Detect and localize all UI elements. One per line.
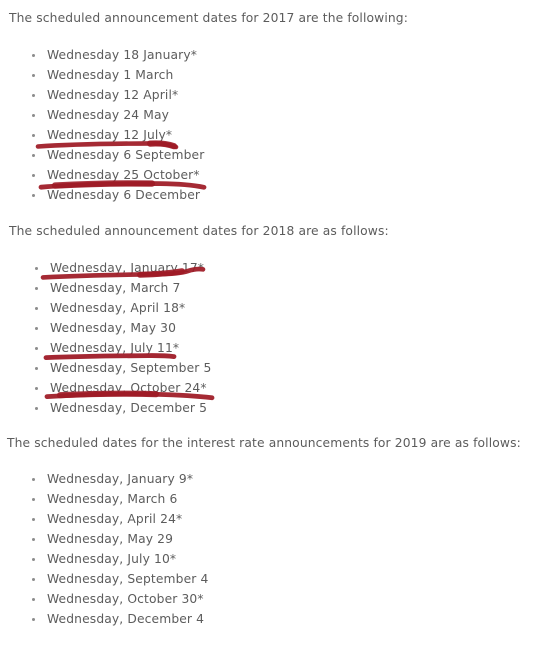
list-item: Wednesday, January 9* [0,469,208,489]
intro-paragraph-2017: The scheduled announcement dates for 201… [9,11,408,25]
page-root: The scheduled announcement dates for 201… [0,0,538,651]
list-item: Wednesday, March 6 [0,489,208,509]
list-item: Wednesday 25 October* [0,165,204,185]
list-item: Wednesday, April 18* [3,298,211,318]
intro-paragraph-2019: The scheduled dates for the interest rat… [7,436,521,450]
list-item: Wednesday 1 March [0,65,204,85]
list-item: Wednesday, July 11* [3,338,211,358]
list-item: Wednesday 6 December [0,185,204,205]
list-item: Wednesday 24 May [0,105,204,125]
intro-paragraph-2018: The scheduled announcement dates for 201… [9,224,389,238]
list-item: Wednesday, March 7 [3,278,211,298]
date-list-2018: Wednesday, January 17* Wednesday, March … [3,258,211,418]
list-item: Wednesday, September 4 [0,569,208,589]
list-item: Wednesday 12 April* [0,85,204,105]
date-list-2019: Wednesday, January 9* Wednesday, March 6… [0,469,208,629]
list-item: Wednesday, April 24* [0,509,208,529]
list-item: Wednesday, May 30 [3,318,211,338]
list-item: Wednesday, January 17* [3,258,211,278]
list-item: Wednesday, September 5 [3,358,211,378]
list-item: Wednesday 18 January* [0,45,204,65]
list-item: Wednesday, May 29 [0,529,208,549]
list-item: Wednesday 12 July* [0,125,204,145]
list-item: Wednesday, December 4 [0,609,208,629]
date-list-2017: Wednesday 18 January* Wednesday 1 March … [0,45,204,205]
list-item: Wednesday, December 5 [3,398,211,418]
list-item: Wednesday, October 24* [3,378,211,398]
list-item: Wednesday, July 10* [0,549,208,569]
list-item: Wednesday 6 September [0,145,204,165]
list-item: Wednesday, October 30* [0,589,208,609]
